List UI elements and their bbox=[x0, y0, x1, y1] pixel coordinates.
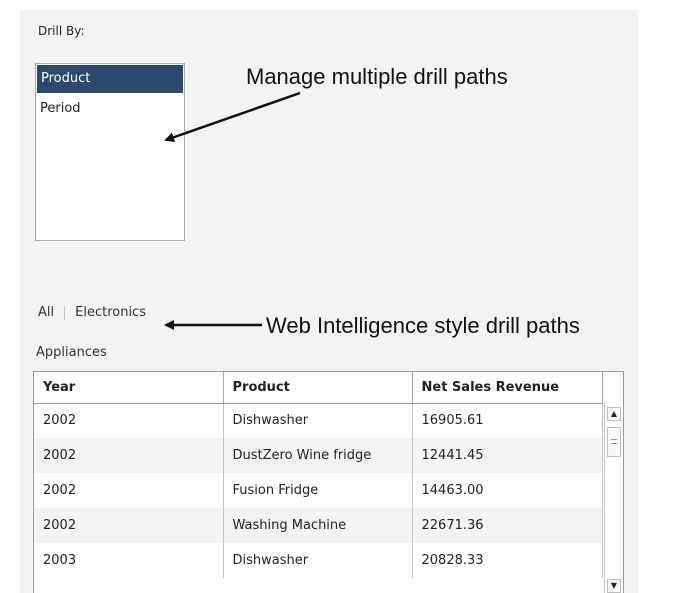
scroll-down-icon[interactable]: ▼ bbox=[607, 579, 621, 593]
column-header-product[interactable]: Product bbox=[223, 372, 413, 404]
table-row[interactable]: 2002 DustZero Wine fridge 12441.45 bbox=[34, 438, 603, 473]
table-row[interactable]: 2002 Fusion Fridge 14463.00 bbox=[34, 473, 603, 508]
cell-year: 2003 bbox=[34, 543, 224, 578]
drill-path-item-product[interactable]: Product bbox=[37, 65, 183, 93]
cell-year: 2002 bbox=[34, 508, 224, 543]
annotation-webi-drill-paths: Web Intelligence style drill paths bbox=[266, 313, 580, 338]
annotation-multiple-drill-paths: Manage multiple drill paths bbox=[246, 64, 508, 89]
drill-path-listbox[interactable]: Product Period bbox=[35, 63, 185, 241]
cell-year: 2002 bbox=[34, 438, 224, 473]
column-header-net-sales-revenue[interactable]: Net Sales Revenue bbox=[412, 372, 603, 404]
table-header-row: Year Product Net Sales Revenue bbox=[34, 372, 603, 404]
table-row[interactable]: 2003 Dishwasher 20828.33 bbox=[34, 543, 603, 578]
drill-path-item-period[interactable]: Period bbox=[36, 94, 184, 123]
breadcrumb-item-all[interactable]: All bbox=[38, 305, 54, 320]
cell-product: Fusion Fridge bbox=[223, 473, 413, 508]
cell-revenue: 22671.36 bbox=[412, 508, 603, 543]
breadcrumb: All Electronics bbox=[38, 305, 146, 320]
cell-revenue: 14463.00 bbox=[412, 473, 603, 508]
cell-year: 2002 bbox=[34, 403, 224, 438]
data-grid: Year Product Net Sales Revenue 2002 Dish… bbox=[33, 371, 624, 593]
cell-product: Dishwasher bbox=[223, 543, 413, 578]
breadcrumb-separator bbox=[64, 305, 66, 320]
vertical-scrollbar[interactable]: ▲ ▼ bbox=[604, 403, 623, 593]
table-row[interactable]: 2002 Washing Machine 22671.36 bbox=[34, 508, 603, 543]
cell-revenue: 12441.45 bbox=[412, 438, 603, 473]
scroll-up-icon[interactable]: ▲ bbox=[607, 407, 621, 421]
breadcrumb-item-electronics[interactable]: Electronics bbox=[75, 305, 146, 320]
cell-product: Dishwasher bbox=[223, 403, 413, 438]
table-row[interactable]: 2002 Dishwasher 16905.61 bbox=[34, 403, 603, 438]
column-header-year[interactable]: Year bbox=[34, 372, 224, 404]
drill-by-label: Drill By: bbox=[38, 24, 85, 38]
cell-year: 2002 bbox=[34, 473, 224, 508]
breadcrumb-current-level: Appliances bbox=[36, 345, 107, 360]
cell-product: Washing Machine bbox=[223, 508, 413, 543]
cell-revenue: 16905.61 bbox=[412, 403, 603, 438]
cell-product: DustZero Wine fridge bbox=[223, 438, 413, 473]
scroll-thumb-grip-icon[interactable] bbox=[607, 427, 621, 457]
cell-revenue: 20828.33 bbox=[412, 543, 603, 578]
